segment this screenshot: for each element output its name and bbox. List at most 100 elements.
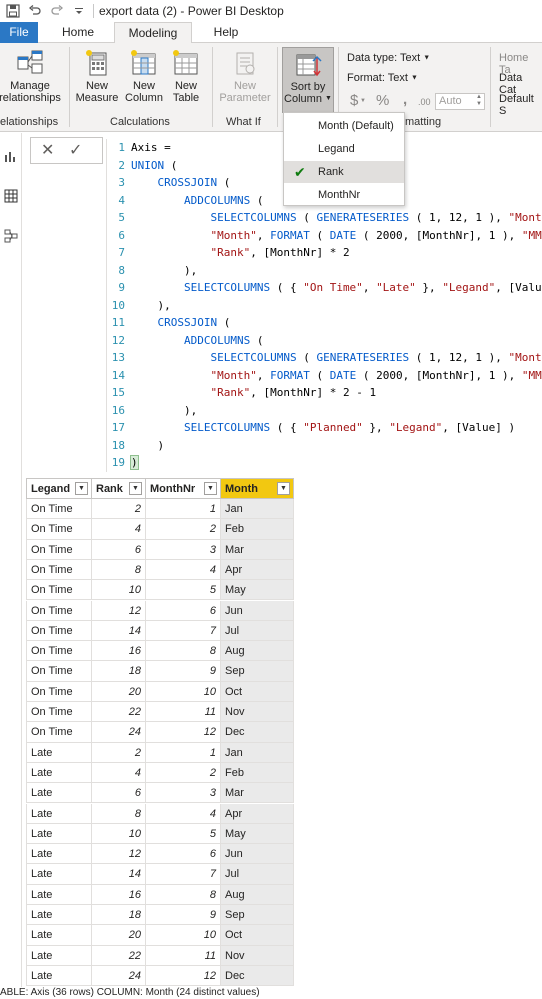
table-cell-monthnr[interactable]: 11 (146, 702, 221, 723)
table-row[interactable]: Late 24 12 Dec (26, 965, 294, 987)
column-header-legand[interactable]: Legand ▼ (26, 478, 92, 499)
table-cell-legand[interactable]: Late (26, 925, 92, 946)
code-line[interactable]: 3 CROSSJOIN ( (107, 174, 230, 192)
table-cell-rank[interactable]: 24 (92, 965, 146, 987)
table-cell-legand[interactable]: Late (26, 844, 92, 865)
table-cell-monthnr[interactable]: 2 (146, 762, 221, 784)
table-cell-monthnr[interactable]: 11 (146, 945, 221, 966)
table-cell-monthnr[interactable]: 5 (146, 823, 221, 845)
table-cell-legand[interactable]: Late (26, 823, 92, 845)
table-row[interactable]: Late 2 1 Jan (26, 742, 294, 763)
new-table-button[interactable]: New Table (166, 47, 206, 104)
table-cell-monthnr[interactable]: 7 (146, 864, 221, 885)
table-cell-month[interactable]: Apr (221, 803, 294, 824)
table-cell-month[interactable]: Mar (221, 539, 294, 560)
table-cell-monthnr[interactable]: 10 (146, 681, 221, 702)
currency-button[interactable]: $ ▼ (350, 92, 366, 109)
table-cell-month[interactable]: Jun (221, 600, 294, 621)
table-row[interactable]: On Time 2 1 Jan (26, 499, 294, 520)
table-cell-legand[interactable]: Late (26, 945, 92, 966)
table-cell-month[interactable]: Apr (221, 559, 294, 581)
table-row[interactable]: On Time 4 2 Feb (26, 519, 294, 540)
spinner-icon[interactable]: ▲ ▼ (476, 94, 482, 108)
filter-dropdown-icon[interactable]: ▼ (75, 482, 88, 495)
data-type-dropdown[interactable]: Data type: Text ▼ (347, 52, 430, 64)
table-cell-month[interactable]: Oct (221, 925, 294, 946)
tab-home[interactable]: Home (55, 22, 101, 43)
table-row[interactable]: Late 20 10 Oct (26, 925, 294, 946)
code-line[interactable]: 2 UNION ( (107, 157, 177, 175)
table-row[interactable]: On Time 18 9 Sep (26, 661, 294, 682)
code-line[interactable]: 17 SELECTCOLUMNS ( { "Planned" }, "Legan… (107, 419, 515, 437)
table-cell-legand[interactable]: On Time (26, 600, 92, 621)
table-row[interactable]: On Time 16 8 Aug (26, 641, 294, 662)
table-cell-legand[interactable]: Late (26, 783, 92, 804)
percent-button[interactable]: % (376, 92, 389, 109)
table-cell-monthnr[interactable]: 3 (146, 783, 221, 804)
table-row[interactable]: On Time 8 4 Apr (26, 559, 294, 581)
table-cell-legand[interactable]: On Time (26, 722, 92, 743)
column-header-rank[interactable]: Rank ▼ (92, 478, 146, 499)
model-view-icon[interactable] (0, 225, 22, 247)
table-row[interactable]: Late 18 9 Sep (26, 905, 294, 926)
table-cell-monthnr[interactable]: 8 (146, 641, 221, 662)
table-row[interactable]: Late 16 8 Aug (26, 884, 294, 905)
code-line[interactable]: 1 Axis = (107, 139, 170, 157)
table-cell-monthnr[interactable]: 3 (146, 539, 221, 560)
table-cell-legand[interactable]: Late (26, 742, 92, 763)
table-row[interactable]: Late 4 2 Feb (26, 762, 294, 784)
table-cell-rank[interactable]: 10 (92, 823, 146, 845)
filter-dropdown-icon[interactable]: ▼ (277, 482, 290, 495)
table-cell-legand[interactable]: Late (26, 965, 92, 987)
code-line[interactable]: 19) (107, 454, 139, 472)
table-cell-rank[interactable]: 22 (92, 702, 146, 723)
code-line[interactable]: 14 "Month", FORMAT ( DATE ( 2000, [Month… (107, 367, 542, 385)
table-row[interactable]: On Time 10 5 May (26, 580, 294, 601)
table-cell-legand[interactable]: On Time (26, 519, 92, 540)
table-cell-month[interactable]: May (221, 580, 294, 601)
table-cell-monthnr[interactable]: 4 (146, 803, 221, 824)
table-cell-legand[interactable]: Late (26, 905, 92, 926)
new-column-button[interactable]: New Column (121, 47, 167, 104)
decimal-places-button[interactable]: .00 (418, 97, 431, 107)
sort-by-column-button[interactable]: Sort by Column ▼ (282, 47, 334, 113)
table-cell-rank[interactable]: 12 (92, 844, 146, 865)
menu-item-rank[interactable]: ✔ Rank (284, 161, 404, 183)
table-cell-rank[interactable]: 14 (92, 620, 146, 642)
table-cell-rank[interactable]: 22 (92, 945, 146, 966)
table-cell-legand[interactable]: Late (26, 864, 92, 885)
table-cell-legand[interactable]: On Time (26, 580, 92, 601)
table-cell-monthnr[interactable]: 9 (146, 905, 221, 926)
table-cell-rank[interactable]: 20 (92, 925, 146, 946)
table-cell-month[interactable]: Dec (221, 722, 294, 743)
code-line[interactable]: 6 "Month", FORMAT ( DATE ( 2000, [MonthN… (107, 227, 542, 245)
table-cell-rank[interactable]: 24 (92, 722, 146, 743)
table-cell-month[interactable]: Feb (221, 762, 294, 784)
table-cell-legand[interactable]: On Time (26, 681, 92, 702)
table-cell-month[interactable]: Feb (221, 519, 294, 540)
table-cell-legand[interactable]: On Time (26, 620, 92, 642)
table-cell-monthnr[interactable]: 1 (146, 742, 221, 763)
table-cell-monthnr[interactable]: 8 (146, 884, 221, 905)
table-cell-rank[interactable]: 8 (92, 559, 146, 581)
table-cell-month[interactable]: Jul (221, 620, 294, 642)
table-cell-rank[interactable]: 16 (92, 641, 146, 662)
table-cell-legand[interactable]: On Time (26, 702, 92, 723)
table-cell-monthnr[interactable]: 2 (146, 519, 221, 540)
code-line[interactable]: 10 ), (107, 297, 171, 315)
tab-modeling[interactable]: Modeling (114, 22, 192, 44)
code-line[interactable]: 16 ), (107, 402, 197, 420)
redo-icon[interactable] (48, 2, 66, 20)
code-line[interactable]: 13 SELECTCOLUMNS ( GENERATESERIES ( 1, 1… (107, 349, 542, 367)
filter-dropdown-icon[interactable]: ▼ (129, 482, 142, 495)
table-cell-month[interactable]: Jan (221, 742, 294, 763)
code-line[interactable]: 15 "Rank", [MonthNr] * 2 - 1 (107, 384, 376, 402)
table-row[interactable]: Late 10 5 May (26, 823, 294, 845)
table-cell-month[interactable]: Sep (221, 661, 294, 682)
table-row[interactable]: On Time 24 12 Dec (26, 722, 294, 743)
manage-relationships-button[interactable]: Manage relationships (0, 47, 66, 104)
table-cell-month[interactable]: May (221, 823, 294, 845)
new-measure-button[interactable]: New Measure (74, 47, 120, 104)
new-parameter-button[interactable]: New Parameter (216, 47, 274, 104)
table-row[interactable]: On Time 14 7 Jul (26, 620, 294, 642)
